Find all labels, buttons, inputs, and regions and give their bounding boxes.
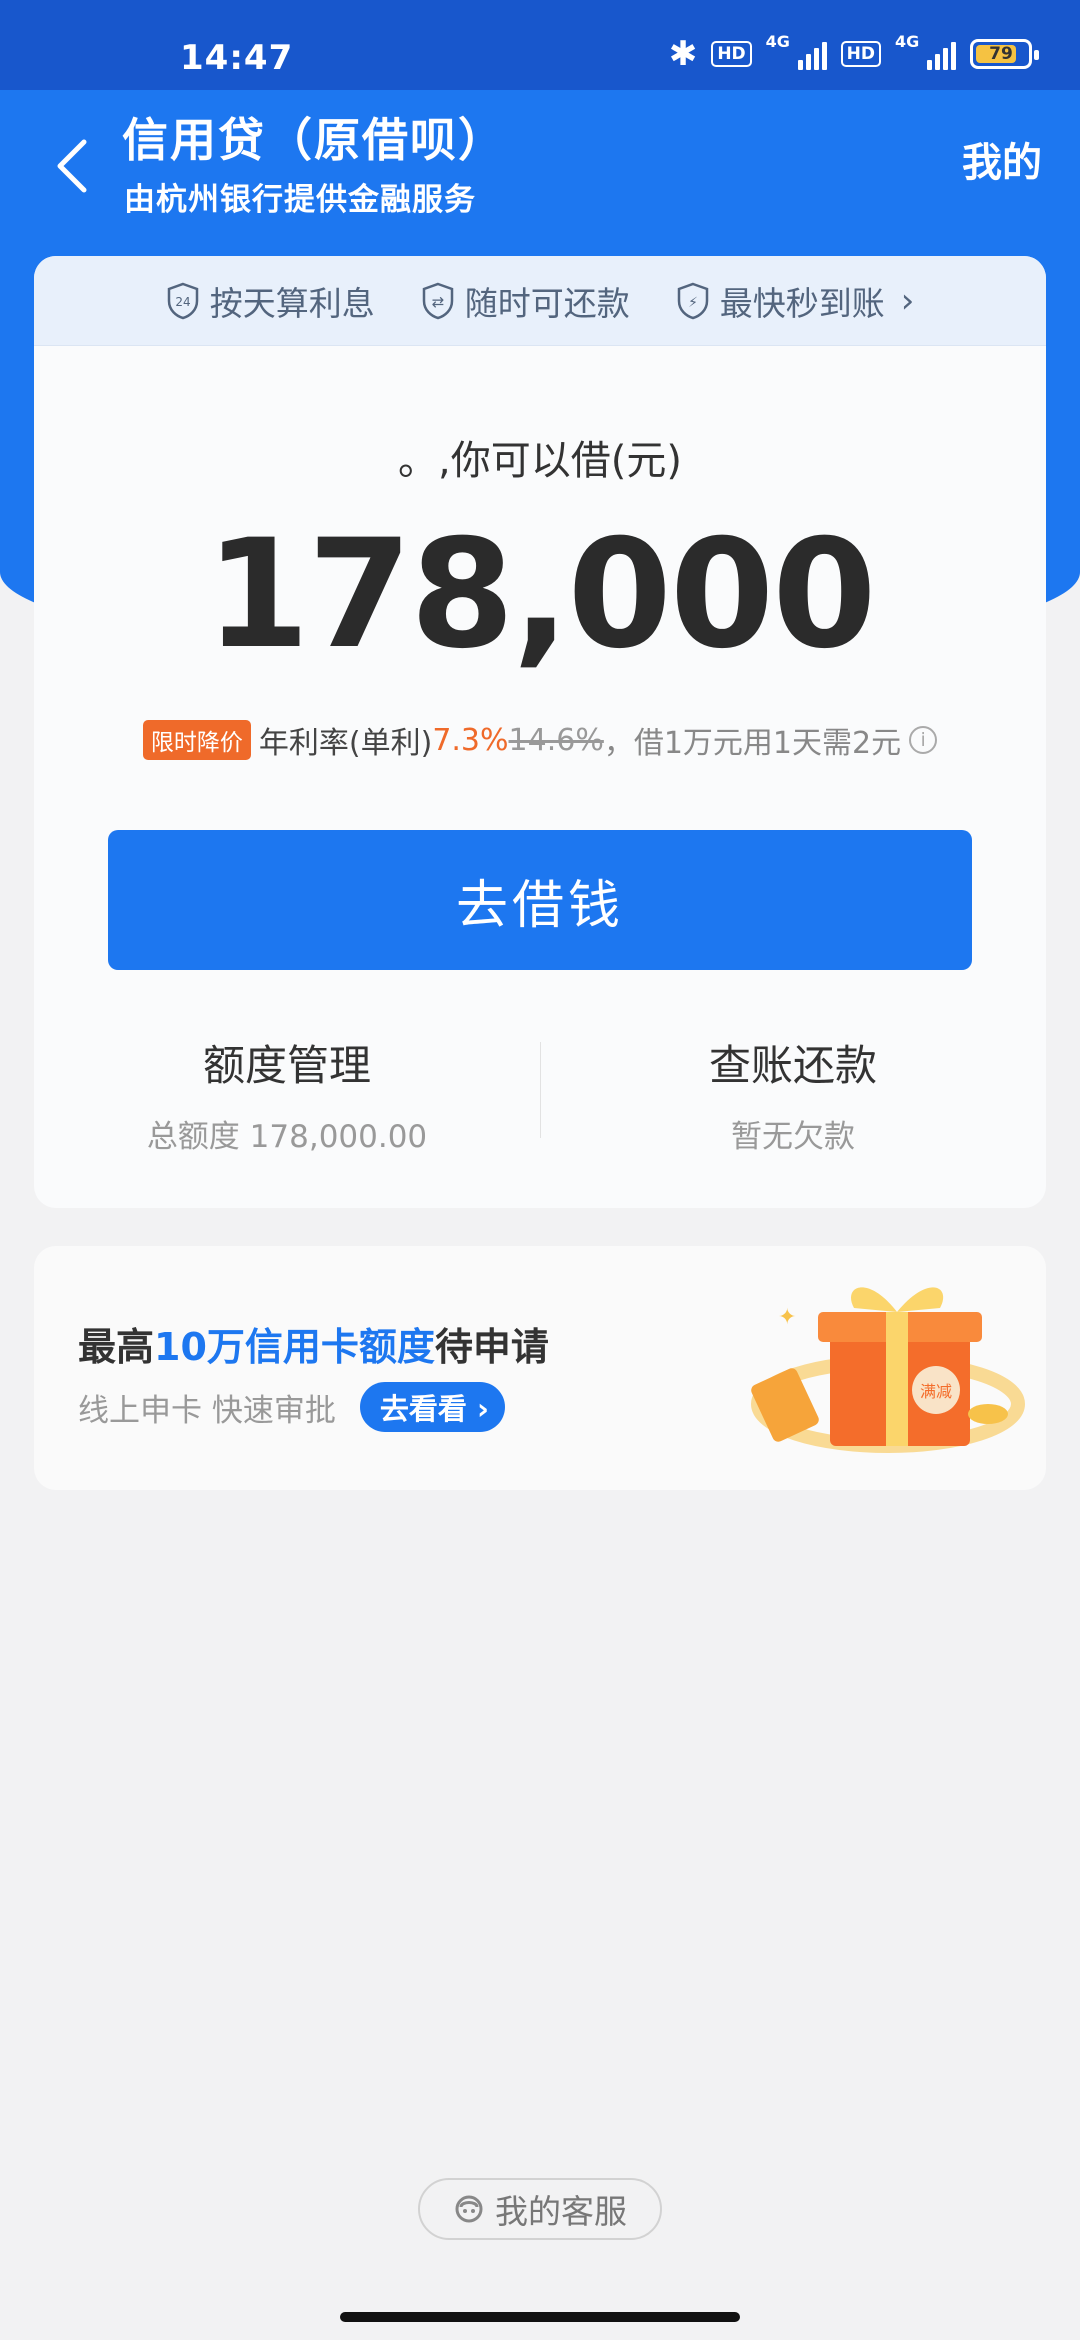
- available-label: 。,你可以借(元): [398, 438, 682, 484]
- back-button[interactable]: [36, 126, 106, 206]
- status-icons: ✱ HD 4G HD 4G 79: [668, 32, 1039, 74]
- gift-box-icon: 满减 ✦: [751, 1287, 1025, 1453]
- signal-icon: 4G: [766, 32, 827, 70]
- mine-link[interactable]: 我的: [962, 130, 1042, 188]
- hd-icon: HD: [711, 41, 752, 67]
- page-subtitle: 由杭州银行提供金融服务: [124, 182, 476, 218]
- nav-bar: 信用贷（原借呗） 由杭州银行提供金融服务 我的: [0, 90, 1080, 250]
- chevron-right-icon: ›: [900, 280, 915, 321]
- bill-repayment[interactable]: 查账还款 暂无欠款: [540, 1032, 1046, 1155]
- info-icon[interactable]: i: [909, 726, 938, 754]
- feature-label: 随时可还款: [464, 283, 630, 323]
- feature-label: 按天算利息: [209, 283, 375, 323]
- svg-text:✦: ✦: [778, 1305, 796, 1330]
- available-amount: 178,000: [205, 508, 876, 682]
- customer-service-label: 我的客服: [495, 2192, 627, 2231]
- feature-strip[interactable]: 24 按天算利息 ⇄ 随时可还款 ⚡ 最快秒到账 ›: [34, 256, 1046, 346]
- battery-level: 79: [989, 44, 1013, 64]
- feature-label: 最快秒到账: [719, 283, 885, 323]
- shield-swap-icon: ⇄: [422, 282, 453, 319]
- page-title: 信用贷（原借呗）: [122, 113, 506, 167]
- credit-card-promo[interactable]: 最高10万信用卡额度待申请 线上申卡 快速审批 去看看 › 满减 ✦: [34, 1246, 1046, 1490]
- bluetooth-icon: ✱: [668, 34, 698, 74]
- action-row: 额度管理 总额度 178,000.00 查账还款 暂无欠款: [34, 1032, 1046, 1155]
- hd-icon-2: HD: [840, 41, 881, 67]
- limit-management[interactable]: 额度管理 总额度 178,000.00: [34, 1032, 540, 1155]
- status-bar: 14:47 ✱ HD 4G HD 4G 79: [0, 0, 1080, 90]
- rate-info: 限时降价 年利率(单利) 7.3% 14.6% ，借1万元用1天需2元 i: [34, 718, 1046, 762]
- signal-icon-2: 4G: [895, 32, 956, 70]
- rate-original: 14.6%: [508, 722, 604, 758]
- loan-card: 24 按天算利息 ⇄ 随时可还款 ⚡ 最快秒到账 › 。,你可以借(元) 178…: [34, 256, 1046, 1208]
- svg-text:⇄: ⇄: [431, 293, 444, 311]
- debt-status: 暂无欠款: [731, 1119, 855, 1155]
- headset-icon: [455, 2195, 483, 2223]
- promo-title: 最高10万信用卡额度待申请: [78, 1325, 549, 1369]
- chevron-left-icon: [57, 139, 87, 193]
- promo-highlight: 10万信用卡额度: [154, 1325, 435, 1369]
- promo-badge: 限时降价: [142, 720, 251, 760]
- rate-label: 年利率(单利): [258, 726, 433, 761]
- divider: [540, 1042, 541, 1138]
- feature-repay-anytime: ⇄ 随时可还款: [421, 277, 630, 325]
- rate-current: 7.3%: [432, 722, 509, 758]
- battery-icon: 79: [970, 39, 1039, 69]
- shield-24-icon: 24: [167, 282, 198, 319]
- svg-text:⚡: ⚡: [688, 295, 698, 311]
- feature-fast-arrival: ⚡ 最快秒到账 ›: [676, 277, 915, 325]
- svg-text:满减: 满减: [920, 1382, 952, 1401]
- promo-subtitle: 线上申卡 快速审批 去看看 ›: [78, 1382, 505, 1432]
- status-time: 14:47: [180, 38, 294, 78]
- rate-note: ，借1万元用1天需2元: [603, 726, 902, 761]
- feature-daily-interest: 24 按天算利息: [166, 277, 375, 325]
- borrow-button[interactable]: 去借钱: [108, 830, 972, 970]
- bill-repayment-title: 查账还款: [708, 1041, 877, 1090]
- limit-management-title: 额度管理: [202, 1041, 371, 1090]
- total-limit: 总额度 178,000.00: [146, 1119, 428, 1155]
- shield-lightning-icon: ⚡: [677, 282, 708, 319]
- promo-cta-button[interactable]: 去看看 ›: [359, 1382, 505, 1432]
- screen: 14:47 ✱ HD 4G HD 4G 79 信用贷（原借呗） 由杭州银行提供金…: [0, 0, 1080, 2340]
- customer-service-button[interactable]: 我的客服: [418, 2178, 662, 2240]
- svg-text:24: 24: [175, 295, 190, 309]
- home-indicator[interactable]: [340, 2312, 740, 2322]
